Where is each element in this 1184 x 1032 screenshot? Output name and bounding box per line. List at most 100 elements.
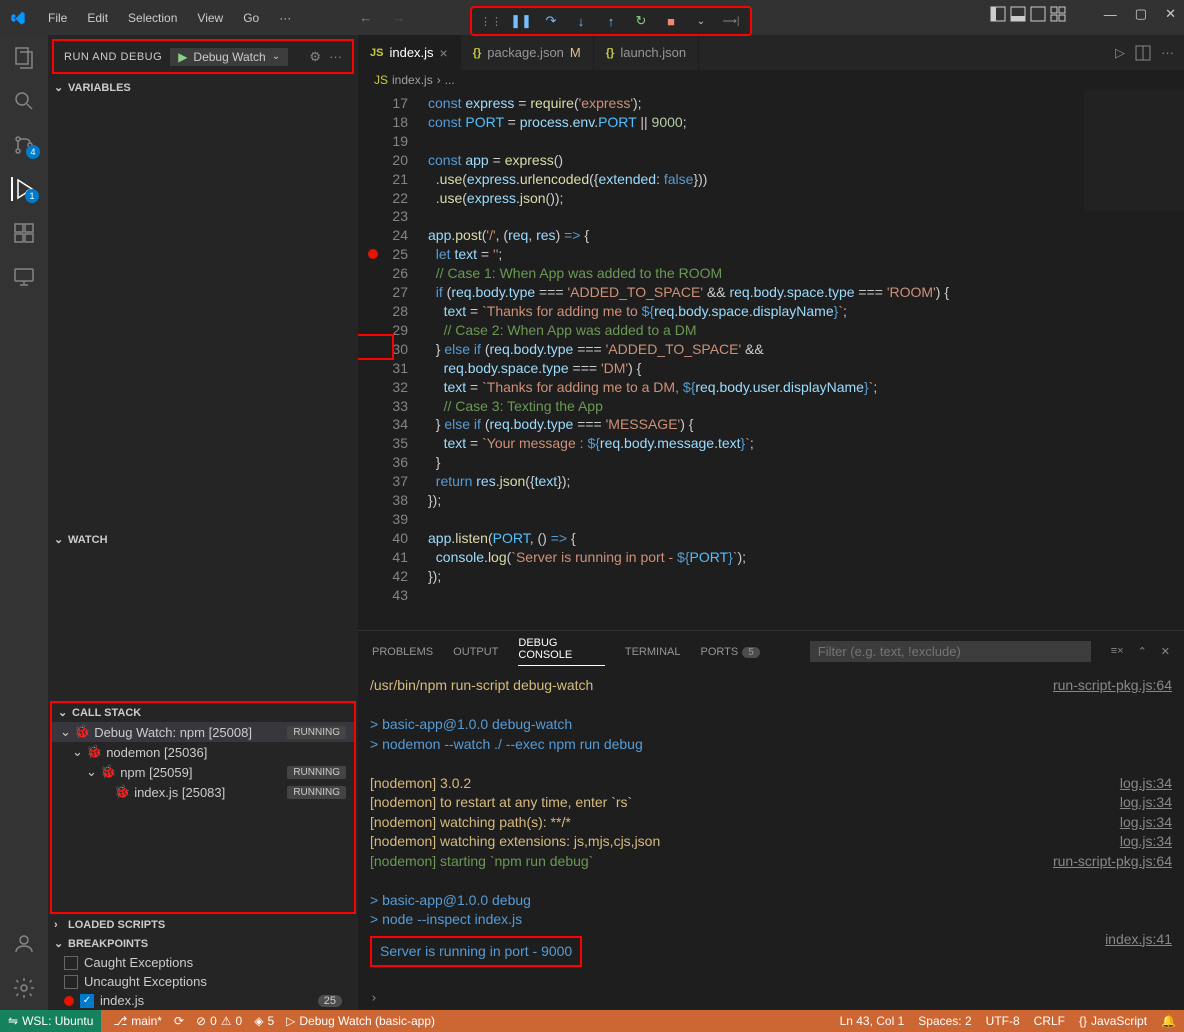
debug-status[interactable]: ▷Debug Watch (basic-app): [286, 1014, 435, 1028]
uncaught-exceptions-row[interactable]: Uncaught Exceptions: [48, 972, 358, 991]
problems-status[interactable]: ⊘0 ⚠0: [196, 1014, 242, 1028]
ports-badge: 5: [742, 647, 760, 658]
callstack-row[interactable]: ⌄🐞Debug Watch: npm [25008]RUNNING: [52, 722, 354, 742]
eol-status[interactable]: CRLF: [1034, 1014, 1065, 1028]
nav-fwd-icon[interactable]: →: [392, 10, 405, 25]
frame-label: nodemon [25036]: [106, 745, 207, 760]
debug-more-icon[interactable]: ⟶|: [722, 12, 740, 30]
line-number: 38: [388, 491, 428, 510]
remote-indicator[interactable]: ⇋WSL: Ubuntu: [0, 1010, 101, 1032]
extensions-icon[interactable]: [12, 221, 36, 245]
more-icon[interactable]: ···: [1161, 45, 1174, 60]
layout-customize-icon[interactable]: [990, 6, 1006, 22]
tab-problems[interactable]: PROBLEMS: [372, 646, 433, 658]
step-into-icon[interactable]: ↓: [572, 12, 590, 30]
console-source-link[interactable]: run-script-pkg.js:64: [1053, 852, 1172, 872]
gear-icon[interactable]: ⚙: [309, 49, 321, 65]
clear-icon[interactable]: ≡×: [1111, 645, 1124, 658]
tab-debug-console[interactable]: DEBUG CONSOLE: [518, 637, 604, 666]
source-control-icon[interactable]: 4: [12, 133, 36, 157]
remote-explorer-icon[interactable]: [12, 265, 36, 289]
menu-go[interactable]: Go: [235, 7, 267, 29]
close-tab-icon[interactable]: ×: [440, 45, 448, 61]
step-out-icon[interactable]: ↑: [602, 12, 620, 30]
callstack-header[interactable]: ⌄CALL STACK: [52, 703, 354, 722]
checkbox-checked-icon[interactable]: ✓: [80, 994, 94, 1008]
caught-exceptions-row[interactable]: Caught Exceptions: [48, 953, 358, 972]
ports-status[interactable]: ◈5: [254, 1014, 274, 1028]
maximize-icon[interactable]: ▢: [1135, 6, 1147, 22]
layout-sidebar-right-icon[interactable]: [1030, 6, 1046, 22]
debug-config-dropdown[interactable]: ▶ Debug Watch ⌄: [170, 48, 288, 66]
play-icon: ▶: [178, 50, 187, 64]
variables-section[interactable]: ⌄VARIABLES: [48, 78, 358, 97]
tab-output[interactable]: OUTPUT: [453, 646, 498, 658]
callstack-row[interactable]: ⌄🐞npm [25059]RUNNING: [52, 762, 354, 782]
search-icon[interactable]: [12, 89, 36, 113]
breakpoint-dot-icon[interactable]: [368, 249, 378, 259]
collapse-icon[interactable]: ⌃: [1138, 645, 1147, 658]
callstack-row[interactable]: 🐞index.js [25083]RUNNING: [52, 782, 354, 802]
menu-selection[interactable]: Selection: [120, 7, 185, 29]
console-source-link[interactable]: log.js:34: [1120, 832, 1172, 852]
split-icon[interactable]: [1135, 45, 1151, 61]
loaded-scripts-section[interactable]: ›LOADED SCRIPTS: [48, 916, 358, 934]
console-source-link[interactable]: run-script-pkg.js:64: [1053, 676, 1172, 696]
indent-status[interactable]: Spaces: 2: [918, 1014, 971, 1028]
step-over-icon[interactable]: ↷: [542, 12, 560, 30]
editor-tab[interactable]: {}package.jsonM: [461, 35, 594, 70]
accounts-icon[interactable]: [12, 932, 36, 956]
notifications-icon[interactable]: 🔔: [1161, 1014, 1176, 1028]
editor-tab[interactable]: {}launch.json: [594, 35, 699, 70]
line-number: 36: [388, 453, 428, 472]
status-badge: RUNNING: [287, 786, 346, 799]
language-status[interactable]: {} JavaScript: [1079, 1014, 1147, 1028]
breakpoint-file-row[interactable]: ✓index.js25: [48, 991, 358, 1010]
console-prompt[interactable]: ›: [358, 987, 1184, 1010]
close-icon[interactable]: ✕: [1165, 6, 1176, 22]
debug-console-output[interactable]: /usr/bin/npm run-script debug-watchrun-s…: [358, 672, 1184, 987]
breakpoints-section[interactable]: ⌄BREAKPOINTS: [48, 934, 358, 953]
menu-bar: File Edit Selection View Go ···: [40, 7, 299, 29]
cursor-position[interactable]: Ln 43, Col 1: [840, 1014, 905, 1028]
minimap[interactable]: [1084, 90, 1184, 210]
editor-tab[interactable]: JSindex.js×: [358, 35, 461, 70]
breadcrumb[interactable]: JS index.js › ...: [358, 70, 1184, 90]
console-source-link[interactable]: log.js:34: [1120, 793, 1172, 813]
tab-ports[interactable]: PORTS5: [700, 646, 759, 658]
layout-grid-icon[interactable]: [1050, 6, 1066, 22]
menu-file[interactable]: File: [40, 7, 75, 29]
pause-icon[interactable]: ❚❚: [512, 12, 530, 30]
explorer-icon[interactable]: [12, 45, 36, 69]
menu-view[interactable]: View: [189, 7, 231, 29]
settings-gear-icon[interactable]: [12, 976, 36, 1000]
run-icon[interactable]: ▷: [1115, 45, 1125, 61]
sync-button[interactable]: ⟳: [174, 1014, 184, 1028]
checkbox-icon[interactable]: [64, 975, 78, 989]
tab-terminal[interactable]: TERMINAL: [625, 646, 681, 658]
checkbox-icon[interactable]: [64, 956, 78, 970]
line-number: 21: [388, 170, 428, 189]
console-source-link[interactable]: index.js:41: [1105, 930, 1172, 968]
menu-more-icon[interactable]: ···: [271, 7, 299, 29]
callstack-row[interactable]: ⌄🐞nodemon [25036]: [52, 742, 354, 762]
console-source-link[interactable]: log.js:34: [1120, 774, 1172, 794]
close-panel-icon[interactable]: ✕: [1161, 645, 1170, 658]
code-editor[interactable]: 17const express = require('express');18c…: [358, 90, 1184, 630]
remote-icon: ⇋: [8, 1014, 18, 1028]
console-source-link[interactable]: log.js:34: [1120, 813, 1172, 833]
watch-section[interactable]: ⌄WATCH: [48, 530, 358, 549]
restart-icon[interactable]: ↻: [632, 12, 650, 30]
git-branch[interactable]: ⎇main*: [113, 1014, 162, 1028]
run-debug-icon[interactable]: 1: [11, 177, 35, 201]
stop-icon[interactable]: ■: [662, 12, 680, 30]
more-icon[interactable]: ···: [329, 49, 342, 64]
nav-back-icon[interactable]: ←: [359, 10, 372, 25]
debug-dropdown-icon[interactable]: ⌄: [692, 12, 710, 30]
menu-edit[interactable]: Edit: [79, 7, 116, 29]
filter-input[interactable]: [810, 641, 1091, 662]
layout-panel-icon[interactable]: [1010, 6, 1026, 22]
minimize-icon[interactable]: —: [1104, 7, 1117, 22]
drag-handle-icon[interactable]: ⋮⋮: [482, 12, 500, 30]
encoding-status[interactable]: UTF-8: [986, 1014, 1020, 1028]
